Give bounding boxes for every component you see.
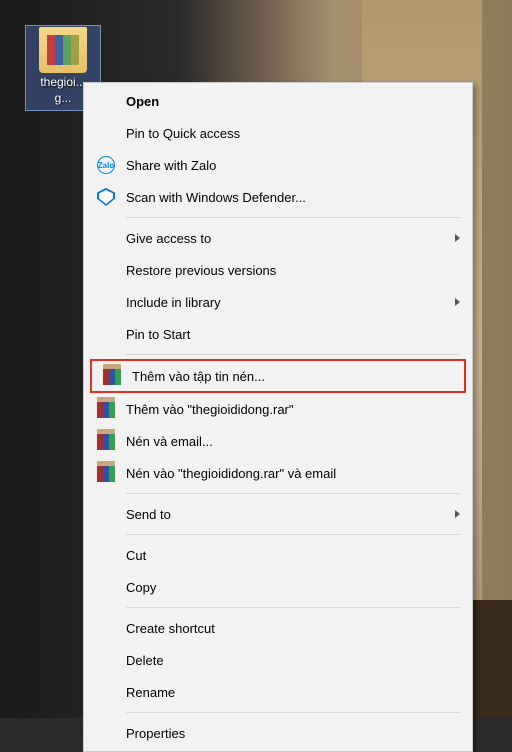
menu-label: Copy (126, 580, 460, 595)
menu-compress-named-email[interactable]: Nén vào "thegioididong.rar" và email (86, 457, 470, 489)
spacer-icon (94, 575, 118, 599)
menu-label: Share with Zalo (126, 158, 460, 173)
menu-label: Cut (126, 548, 460, 563)
spacer-icon (94, 680, 118, 704)
menu-properties[interactable]: Properties (86, 717, 470, 749)
separator (126, 354, 460, 355)
menu-label: Send to (126, 507, 455, 522)
menu-label: Thêm vào "thegioididong.rar" (126, 402, 460, 417)
menu-label: Create shortcut (126, 621, 460, 636)
menu-send-to[interactable]: Send to (86, 498, 470, 530)
menu-pin-quick-access[interactable]: Pin to Quick access (86, 117, 470, 149)
menu-pin-start[interactable]: Pin to Start (86, 318, 470, 350)
spacer-icon (94, 648, 118, 672)
separator (126, 607, 460, 608)
menu-label: Rename (126, 685, 460, 700)
menu-label: Nén và email... (126, 434, 460, 449)
menu-add-archive[interactable]: Thêm vào tập tin nén... (92, 361, 464, 391)
menu-label: Pin to Quick access (126, 126, 460, 141)
menu-copy[interactable]: Copy (86, 571, 470, 603)
spacer-icon (94, 616, 118, 640)
menu-label: Restore previous versions (126, 263, 460, 278)
menu-share-zalo[interactable]: Zalo Share with Zalo (86, 149, 470, 181)
submenu-arrow-icon (455, 234, 460, 242)
menu-give-access[interactable]: Give access to (86, 222, 470, 254)
spacer-icon (94, 290, 118, 314)
menu-add-named-archive[interactable]: Thêm vào "thegioididong.rar" (86, 393, 470, 425)
menu-rename[interactable]: Rename (86, 676, 470, 708)
submenu-arrow-icon (455, 298, 460, 306)
menu-create-shortcut[interactable]: Create shortcut (86, 612, 470, 644)
spacer-icon (94, 543, 118, 567)
menu-label: Delete (126, 653, 460, 668)
menu-label: Scan with Windows Defender... (126, 190, 460, 205)
menu-label: Properties (126, 726, 460, 741)
spacer-icon (94, 258, 118, 282)
defender-shield-icon (94, 185, 118, 209)
spacer-icon (94, 322, 118, 346)
separator (126, 712, 460, 713)
menu-label: Include in library (126, 295, 455, 310)
menu-label: Nén vào "thegioididong.rar" và email (126, 466, 460, 481)
context-menu: Open Pin to Quick access Zalo Share with… (83, 82, 473, 752)
separator (126, 534, 460, 535)
separator (126, 217, 460, 218)
menu-restore-versions[interactable]: Restore previous versions (86, 254, 470, 286)
menu-include-library[interactable]: Include in library (86, 286, 470, 318)
spacer-icon (94, 121, 118, 145)
menu-label: Thêm vào tập tin nén... (132, 369, 454, 384)
zalo-icon: Zalo (94, 153, 118, 177)
menu-label: Give access to (126, 231, 455, 246)
menu-label: Pin to Start (126, 327, 460, 342)
winrar-icon (94, 429, 118, 453)
menu-delete[interactable]: Delete (86, 644, 470, 676)
submenu-arrow-icon (455, 510, 460, 518)
folder-icon (39, 27, 87, 73)
spacer-icon (94, 89, 118, 113)
menu-label: Open (126, 94, 460, 109)
highlight-annotation: Thêm vào tập tin nén... (90, 359, 466, 393)
menu-scan-defender[interactable]: Scan with Windows Defender... (86, 181, 470, 213)
separator (126, 493, 460, 494)
winrar-icon (94, 461, 118, 485)
winrar-icon (100, 364, 124, 388)
menu-open[interactable]: Open (86, 85, 470, 117)
winrar-icon (94, 397, 118, 421)
spacer-icon (94, 502, 118, 526)
spacer-icon (94, 226, 118, 250)
menu-compress-email[interactable]: Nén và email... (86, 425, 470, 457)
spacer-icon (94, 721, 118, 745)
menu-cut[interactable]: Cut (86, 539, 470, 571)
